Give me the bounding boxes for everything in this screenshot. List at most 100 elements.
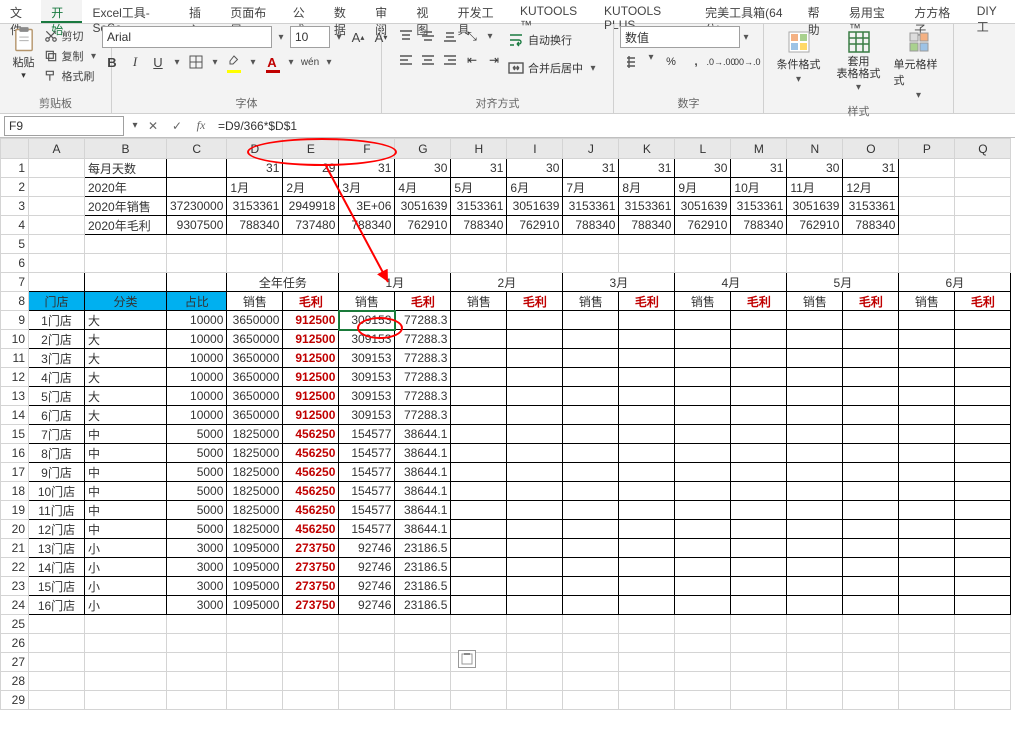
chevron-down-icon[interactable]: ▾ <box>913 90 925 101</box>
cell[interactable] <box>899 672 955 691</box>
cell[interactable] <box>227 653 283 672</box>
cell[interactable] <box>731 254 787 273</box>
row-header[interactable]: 12 <box>1 368 29 387</box>
row-header[interactable]: 11 <box>1 349 29 368</box>
cell[interactable] <box>563 330 619 349</box>
cell[interactable] <box>451 539 507 558</box>
col-header-E[interactable]: E <box>283 139 339 159</box>
cell[interactable]: 456250 <box>283 425 339 444</box>
tab-8[interactable]: 视图 <box>406 0 447 23</box>
cell[interactable] <box>899 178 955 197</box>
cell[interactable] <box>227 672 283 691</box>
cell[interactable] <box>619 425 675 444</box>
cell[interactable] <box>339 672 395 691</box>
table-format-button[interactable]: 套用 表格格式▾ <box>834 30 884 93</box>
cell[interactable] <box>899 691 955 710</box>
italic-button[interactable]: I <box>125 52 145 72</box>
cell[interactable] <box>955 311 1011 330</box>
cell[interactable] <box>731 444 787 463</box>
col-header-M[interactable]: M <box>731 139 787 159</box>
cell[interactable] <box>955 406 1011 425</box>
conditional-format-button[interactable]: 条件格式▾ <box>774 30 824 85</box>
cell[interactable] <box>507 634 563 653</box>
cell[interactable] <box>787 444 843 463</box>
cell[interactable]: 456250 <box>283 482 339 501</box>
cell[interactable] <box>167 235 227 254</box>
font-name-combo[interactable]: Arial <box>102 26 272 48</box>
cell[interactable] <box>619 330 675 349</box>
col-header-C[interactable]: C <box>167 139 227 159</box>
cell[interactable]: 30 <box>787 159 843 178</box>
cell[interactable] <box>955 596 1011 615</box>
cell[interactable] <box>85 254 167 273</box>
cell[interactable]: 737480 <box>283 216 339 235</box>
cell[interactable]: 1门店 <box>29 311 85 330</box>
cell[interactable] <box>787 672 843 691</box>
cell[interactable]: 3153361 <box>731 197 787 216</box>
cell[interactable]: 1095000 <box>227 596 283 615</box>
cell[interactable] <box>451 311 507 330</box>
cell[interactable] <box>787 501 843 520</box>
cell[interactable] <box>451 482 507 501</box>
cell[interactable] <box>563 482 619 501</box>
cell[interactable]: 5000 <box>167 482 227 501</box>
tab-4[interactable]: 页面布局 <box>220 0 282 23</box>
cell[interactable] <box>787 330 843 349</box>
chevron-down-icon[interactable]: ▾ <box>21 70 26 81</box>
chevron-down-icon[interactable]: ▾ <box>587 63 599 74</box>
cell[interactable]: 3650000 <box>227 330 283 349</box>
cell[interactable] <box>619 254 675 273</box>
cell[interactable]: 7门店 <box>29 425 85 444</box>
cell[interactable] <box>843 596 899 615</box>
cell[interactable] <box>619 444 675 463</box>
tab-3[interactable]: 插入 <box>179 0 220 23</box>
cell[interactable]: 31 <box>731 159 787 178</box>
cell[interactable]: 38644.1 <box>395 425 451 444</box>
cell[interactable] <box>899 197 955 216</box>
cell[interactable] <box>787 482 843 501</box>
cell[interactable]: 154577 <box>339 444 395 463</box>
cell[interactable] <box>227 691 283 710</box>
cell[interactable]: 2020年销售 <box>85 197 167 216</box>
cell[interactable]: 7月 <box>563 178 619 197</box>
cell[interactable] <box>731 368 787 387</box>
cell[interactable]: 1825000 <box>227 482 283 501</box>
cell[interactable]: 大 <box>85 387 167 406</box>
cell[interactable] <box>899 254 955 273</box>
cell[interactable]: 77288.3 <box>395 387 451 406</box>
cell[interactable]: 4月 <box>395 178 451 197</box>
cell[interactable]: 销售 <box>563 292 619 311</box>
cell[interactable] <box>955 387 1011 406</box>
cell[interactable] <box>619 672 675 691</box>
cell[interactable] <box>619 634 675 653</box>
cell[interactable]: 3000 <box>167 577 227 596</box>
cell[interactable] <box>731 235 787 254</box>
cell[interactable] <box>29 178 85 197</box>
cell[interactable] <box>619 558 675 577</box>
col-header-J[interactable]: J <box>563 139 619 159</box>
cell[interactable] <box>563 368 619 387</box>
cell[interactable] <box>843 406 899 425</box>
cell[interactable] <box>787 558 843 577</box>
tab-0[interactable]: 文件 <box>0 0 41 23</box>
cell[interactable]: 77288.3 <box>395 330 451 349</box>
format-painter-button[interactable]: 格式刷 <box>42 66 102 86</box>
cell[interactable] <box>451 254 507 273</box>
cell[interactable] <box>451 596 507 615</box>
align-left-button[interactable] <box>396 50 416 70</box>
cell[interactable] <box>339 615 395 634</box>
cell[interactable]: 中 <box>85 444 167 463</box>
cell[interactable] <box>955 178 1011 197</box>
cell[interactable] <box>843 539 899 558</box>
cell[interactable] <box>731 311 787 330</box>
cell[interactable]: 毛利 <box>843 292 899 311</box>
cell[interactable] <box>507 235 563 254</box>
cell[interactable] <box>563 672 619 691</box>
cell[interactable]: 毛利 <box>507 292 563 311</box>
cell[interactable]: 3051639 <box>675 197 731 216</box>
chevron-down-icon[interactable]: ▾ <box>484 31 496 42</box>
cell[interactable]: 273750 <box>283 596 339 615</box>
row-header[interactable]: 14 <box>1 406 29 425</box>
cell[interactable]: 23186.5 <box>395 577 451 596</box>
row-header[interactable]: 4 <box>1 216 29 235</box>
